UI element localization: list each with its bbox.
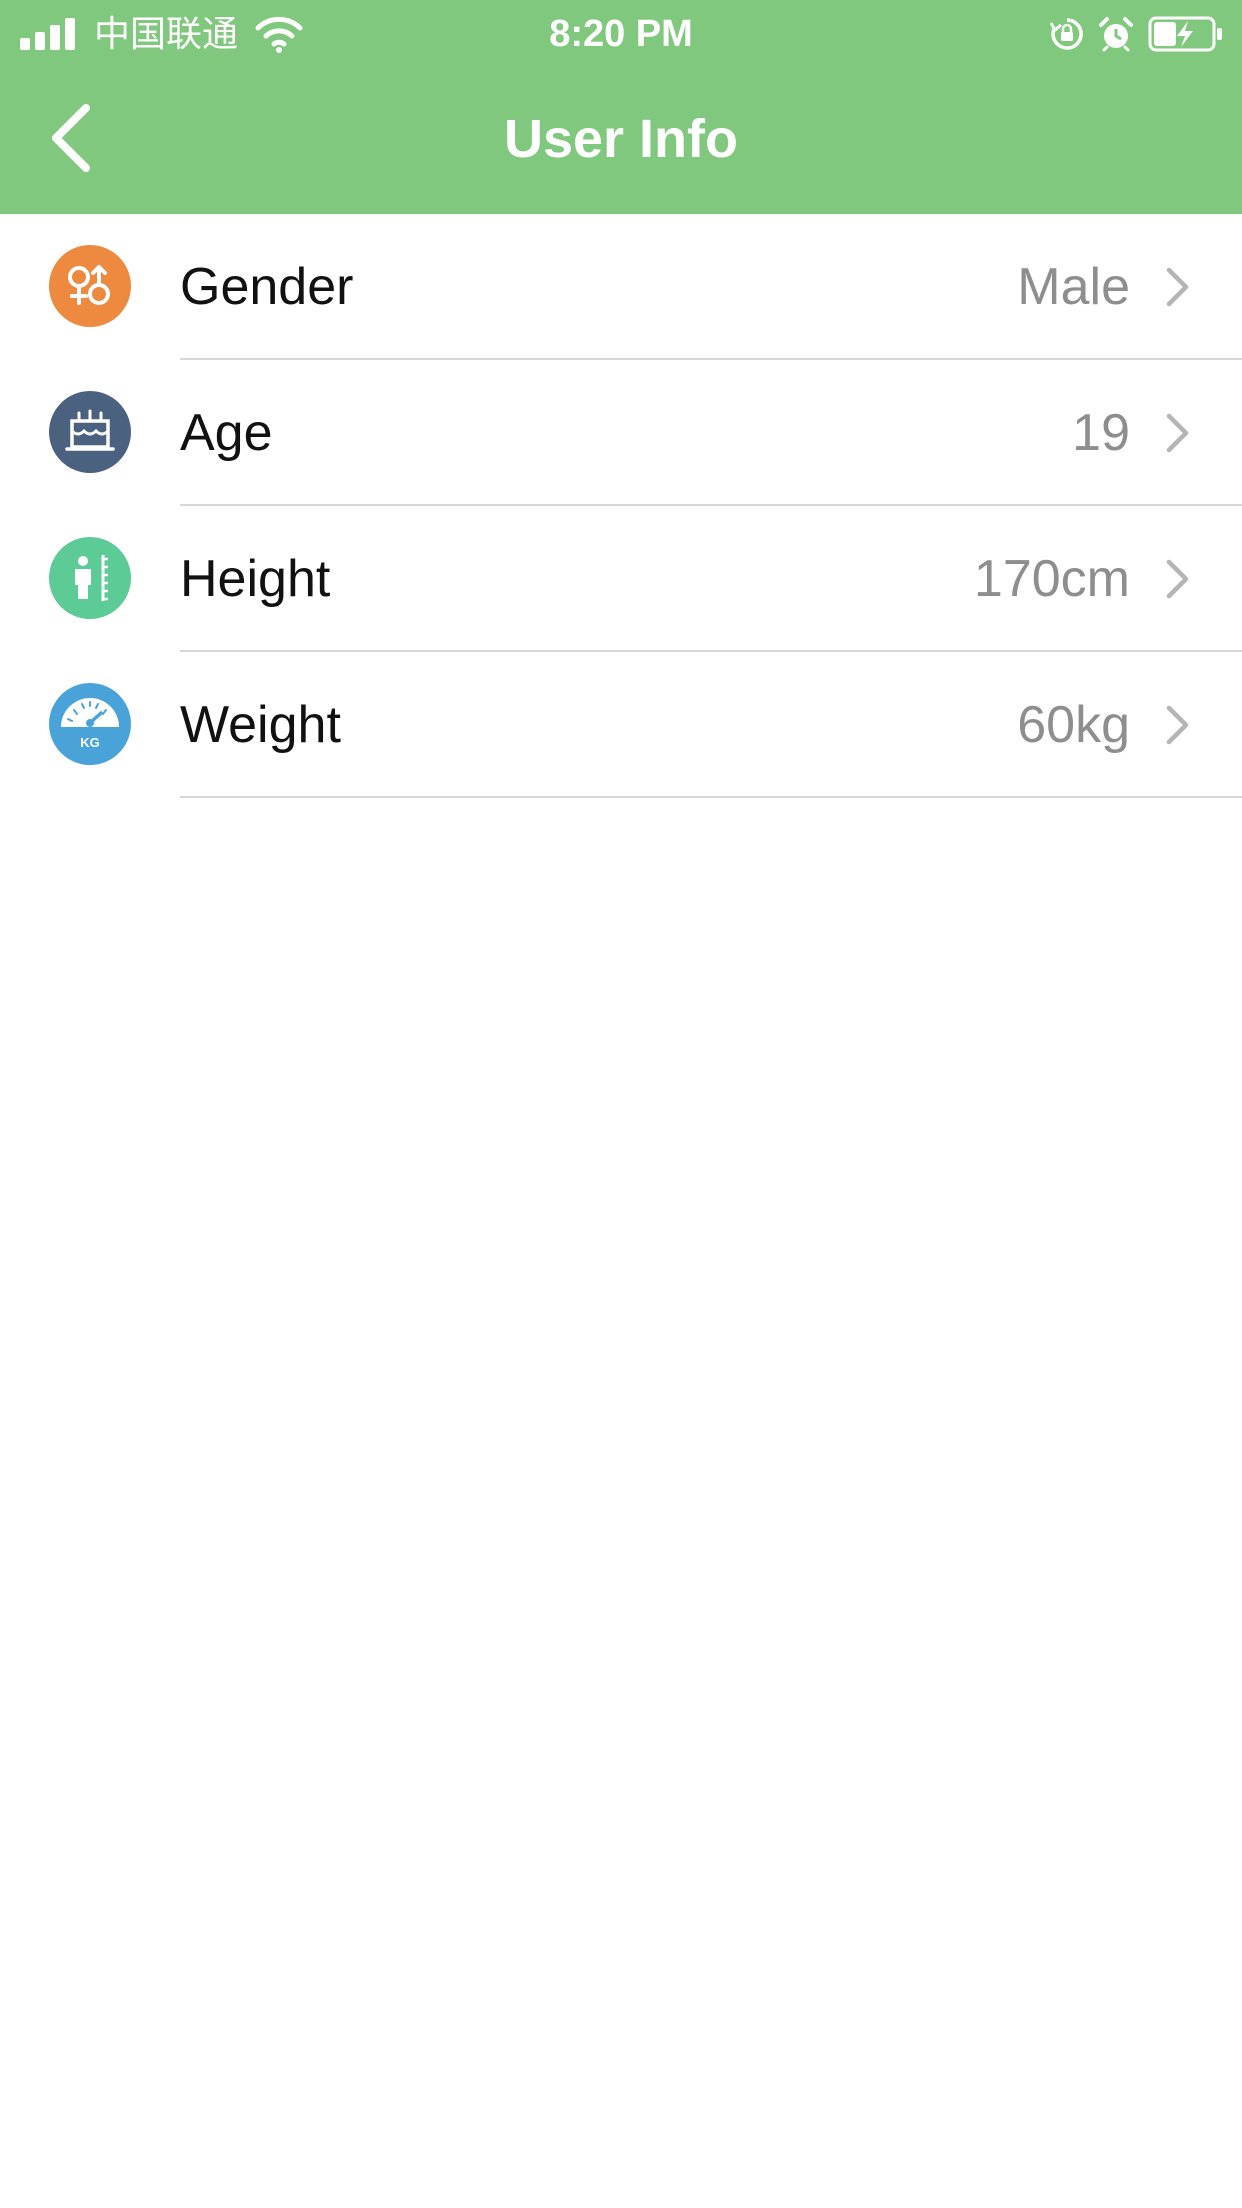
height-label: Height: [180, 550, 331, 608]
height-icon: [49, 537, 131, 619]
age-label: Age: [180, 404, 273, 462]
height-value: 170cm: [973, 550, 1130, 608]
alarm-icon: [1099, 17, 1133, 52]
weight-scale-icon: KG: [49, 683, 131, 765]
status-bar: 中国联通 8:20 PM: [0, 0, 1242, 66]
nav-bar: User Info: [0, 74, 1242, 204]
status-bar-right: [1036, 10, 1224, 58]
chevron-right-icon: [1166, 705, 1189, 745]
weight-row[interactable]: KG Weight 60kg: [0, 652, 1242, 798]
gender-label: Gender: [180, 258, 354, 316]
page-title: User Info: [503, 109, 739, 169]
height-row[interactable]: Height 170cm: [0, 506, 1242, 652]
age-value: 19: [1072, 404, 1130, 462]
header: 中国联通 8:20 PM User Info: [0, 0, 1242, 214]
gender-row[interactable]: Gender Male: [0, 214, 1242, 360]
battery-charging-icon: [1148, 16, 1222, 52]
row-divider: [180, 796, 1242, 798]
user-info-list: Gender Male Age 19 Height 170cm KG Weigh…: [0, 214, 1242, 798]
chevron-right-icon: [1166, 559, 1189, 599]
user-info-screen: 中国联通 8:20 PM User Info Gender Male Age 1…: [0, 0, 1242, 2208]
chevron-right-icon: [1166, 413, 1189, 453]
birthday-cake-icon: [49, 391, 131, 473]
weight-value: 60kg: [1017, 696, 1130, 754]
gender-value: Male: [1017, 258, 1130, 316]
gender-icon: [49, 245, 131, 327]
weight-label: Weight: [180, 696, 341, 754]
chevron-right-icon: [1166, 267, 1189, 307]
rotation-lock-icon: [1050, 18, 1083, 50]
kg-icon-text: KG: [80, 735, 100, 750]
age-row[interactable]: Age 19: [0, 360, 1242, 506]
